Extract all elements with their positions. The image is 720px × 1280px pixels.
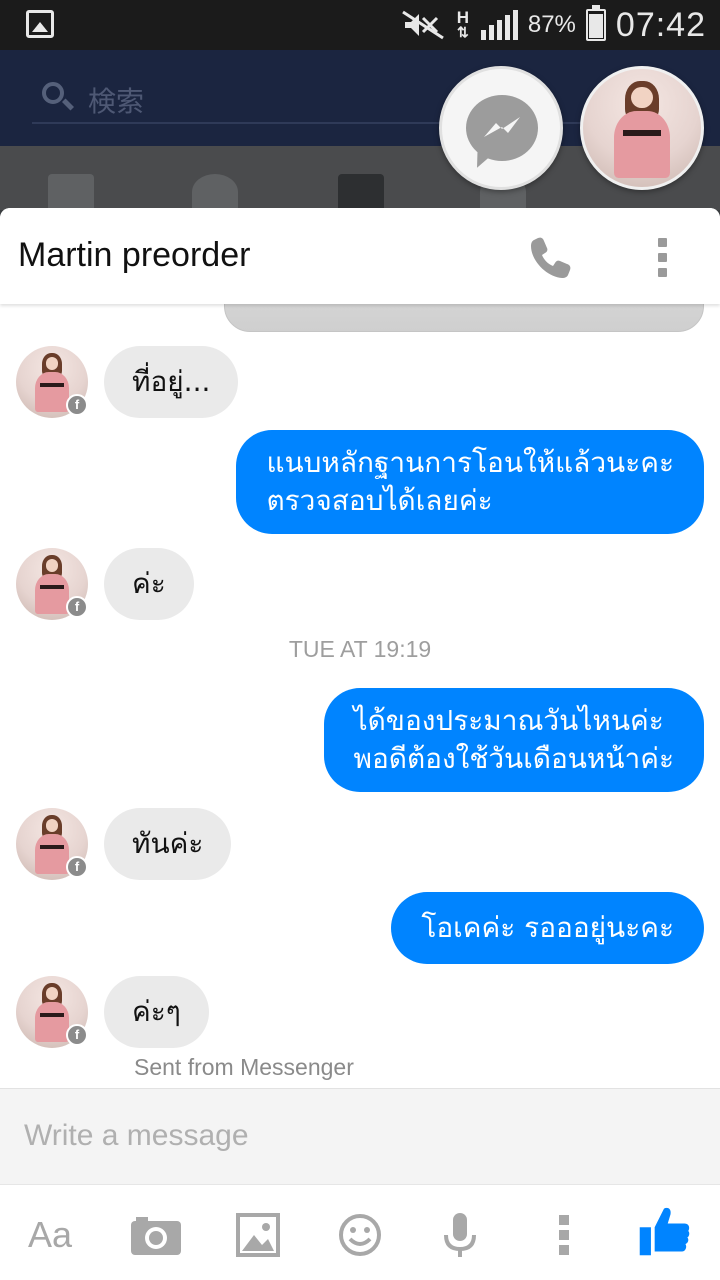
search-icon	[42, 82, 64, 104]
gallery-notification-icon	[26, 10, 54, 38]
message-line: แนบหลักฐานการโอนให้แล้วนะคะ	[266, 446, 674, 479]
sent-from-label: Sent from Messenger	[134, 1054, 354, 1080]
battery-icon	[585, 5, 606, 41]
chat-panel: Martin preorder f ที่อยู่... แนบหลักฐานก…	[0, 208, 720, 1280]
clock: 07:42	[615, 5, 706, 44]
messenger-chathead[interactable]	[439, 66, 563, 190]
facebook-badge-icon: f	[66, 596, 88, 618]
news-feed-icon	[48, 174, 94, 210]
text-style-button[interactable]: Aa	[28, 1207, 84, 1263]
incoming-message[interactable]: ที่อยู่...	[104, 346, 239, 418]
background-search-placeholder: 検索	[88, 85, 145, 118]
message-list[interactable]: f ที่อยู่... แนบหลักฐานการโอนให้แล้วนะคะ…	[0, 304, 720, 1088]
facebook-badge-icon: f	[66, 394, 88, 416]
status-bar: H ⇅ 87% 07:42	[0, 0, 720, 50]
incoming-message[interactable]: ทันค่ะ	[104, 808, 232, 880]
contact-chathead[interactable]	[580, 66, 704, 190]
signal-icon	[480, 10, 518, 40]
phone-icon[interactable]	[526, 232, 576, 282]
messenger-bolt-icon	[484, 117, 520, 137]
outgoing-message[interactable]: ได้ของประมาณวันไหนค่ะ พอดีต้องใช้วันเดือ…	[323, 688, 704, 792]
microphone-icon[interactable]	[432, 1207, 488, 1263]
conversation-title: Martin preorder	[18, 236, 251, 274]
composer-toolbar: Aa	[0, 1184, 720, 1280]
like-icon[interactable]	[636, 1203, 692, 1259]
timestamp: TUE AT 19:19	[288, 636, 432, 662]
gallery-icon[interactable]	[232, 1207, 288, 1263]
message-input-placeholder[interactable]: Write a message	[24, 1119, 249, 1153]
more-options-icon[interactable]	[640, 232, 684, 282]
message-line: พอดีต้องใช้วันเดือนหน้าค่ะ	[353, 742, 674, 775]
emoji-icon[interactable]	[332, 1207, 388, 1263]
message-line: ตรวจสอบได้เลยค่ะ	[266, 484, 493, 517]
incoming-message[interactable]: ค่ะๆ	[104, 976, 209, 1048]
messages-icon	[338, 174, 384, 210]
camera-icon[interactable]	[128, 1207, 184, 1263]
image-attachment[interactable]	[224, 304, 704, 332]
conversation-header: Martin preorder	[0, 208, 720, 304]
battery-percent: 87%	[527, 11, 576, 38]
incoming-message[interactable]: ค่ะ	[104, 548, 194, 620]
message-composer[interactable]: Write a message	[0, 1088, 720, 1184]
outgoing-message[interactable]: โอเคค่ะ รอออยู่นะคะ	[391, 892, 704, 964]
network-type-icon: H ⇅	[456, 8, 469, 40]
facebook-badge-icon: f	[66, 856, 88, 878]
outgoing-message[interactable]: แนบหลักฐานการโอนให้แล้วนะคะ ตรวจสอบได้เล…	[236, 430, 704, 534]
friends-icon	[192, 174, 238, 210]
contact-avatar-image	[583, 69, 701, 187]
facebook-badge-icon: f	[66, 1024, 88, 1046]
more-icon[interactable]	[536, 1207, 592, 1263]
mute-icon	[402, 10, 444, 40]
message-line: ได้ของประมาณวันไหนค่ะ	[353, 704, 664, 737]
